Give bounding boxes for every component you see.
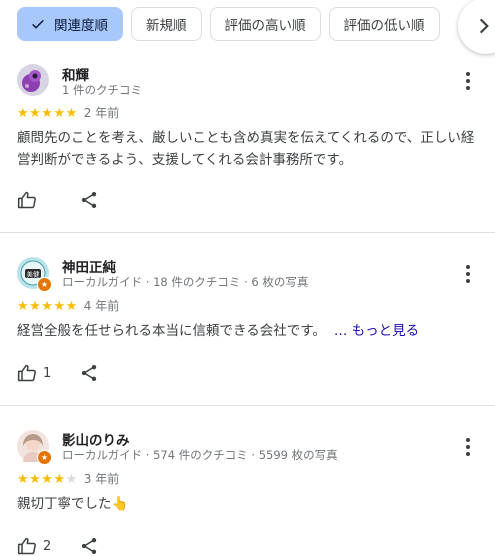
local-guide-badge-icon: ★ — [37, 450, 52, 465]
reviewer-meta[interactable]: 1 件のクチコミ — [62, 82, 142, 98]
chip-label: 関連度順 — [54, 18, 108, 34]
review-text: 経営全般を任せられる本当に信頼できる会社です。 — [17, 323, 326, 339]
review-actions — [17, 190, 99, 210]
like-button[interactable]: 2 — [17, 536, 79, 556]
svg-text:美健: 美健 — [27, 270, 41, 279]
chip-label: 新規順 — [146, 18, 187, 34]
reviewer-name[interactable]: 影山のりみ — [62, 429, 130, 449]
checkmark-icon — [32, 19, 44, 29]
review-time: 3 年前 — [83, 472, 120, 486]
like-button[interactable]: 1 — [17, 363, 79, 383]
local-guide-badge-icon: ★ — [37, 277, 52, 292]
stars-icon: ★★★★★ — [17, 106, 78, 121]
more-vert-icon[interactable] — [460, 264, 476, 284]
review-text: 顧問先のことを考え、厳しいことも含め真実を伝えてくれるので、正しい経営判断ができ… — [17, 130, 475, 168]
star-rating: ★★★★★ 2 年前 — [17, 104, 119, 121]
more-vert-icon[interactable] — [460, 71, 476, 91]
thumb-up-icon — [17, 364, 36, 382]
chevron-right-icon — [479, 18, 489, 34]
star-rating: ★★★★★ 3 年前 — [17, 470, 119, 487]
avatar-image — [17, 64, 49, 96]
share-icon[interactable] — [79, 363, 99, 383]
like-count: 2 — [43, 538, 52, 554]
reviewer-meta[interactable]: ローカルガイド · 574 件のクチコミ · 5599 枚の写真 — [62, 447, 338, 463]
share-icon[interactable] — [79, 190, 99, 210]
chip-sort-lowest[interactable]: 評価の低い順 — [328, 7, 440, 41]
thumb-up-icon — [17, 191, 36, 209]
thumb-up-icon — [17, 537, 36, 555]
more-vert-icon[interactable] — [460, 437, 476, 457]
avatar[interactable]: ★ — [17, 430, 52, 465]
star-rating: ★★★★★ 4 年前 — [17, 297, 119, 314]
more-link[interactable]: … もっと見る — [334, 323, 419, 339]
reviewer-name[interactable]: 和輝 — [62, 64, 89, 84]
chip-sort-relevance[interactable]: 関連度順 — [17, 7, 123, 41]
reviewer-name[interactable]: 神田正純 — [62, 256, 116, 276]
stars-icon: ★★★★★ — [17, 472, 78, 487]
chip-label: 評価の低い順 — [343, 18, 425, 34]
review-time: 4 年前 — [83, 299, 120, 313]
reviewer-meta[interactable]: ローカルガイド · 18 件のクチコミ · 6 枚の写真 — [62, 274, 308, 290]
like-button[interactable] — [17, 190, 79, 210]
avatar[interactable] — [17, 64, 49, 96]
share-icon[interactable] — [79, 536, 99, 556]
review-text: 親切丁寧でした👆 — [17, 496, 129, 512]
review-actions: 1 — [17, 363, 99, 383]
reviews-panel: 関連度順 新規順 評価の高い順 評価の低い順 和輝 1 件のクチコミ ★★★★★… — [0, 0, 495, 556]
review-actions: 2 — [17, 536, 99, 556]
chip-label: 評価の高い順 — [224, 18, 306, 34]
review-text-container: 経営全般を任せられる本当に信頼できる会社です。 … もっと見る — [17, 320, 482, 342]
sort-chips: 関連度順 新規順 評価の高い順 評価の低い順 — [17, 7, 440, 41]
like-count: 1 — [43, 365, 52, 381]
divider — [0, 232, 495, 233]
review-time: 2 年前 — [83, 106, 120, 120]
stars-icon: ★★★★★ — [17, 299, 78, 314]
divider — [0, 405, 495, 406]
chip-sort-highest[interactable]: 評価の高い順 — [209, 7, 321, 41]
avatar[interactable]: 美健 ★ — [17, 257, 52, 292]
scroll-next-button[interactable] — [458, 0, 495, 54]
chip-sort-newest[interactable]: 新規順 — [131, 7, 202, 41]
